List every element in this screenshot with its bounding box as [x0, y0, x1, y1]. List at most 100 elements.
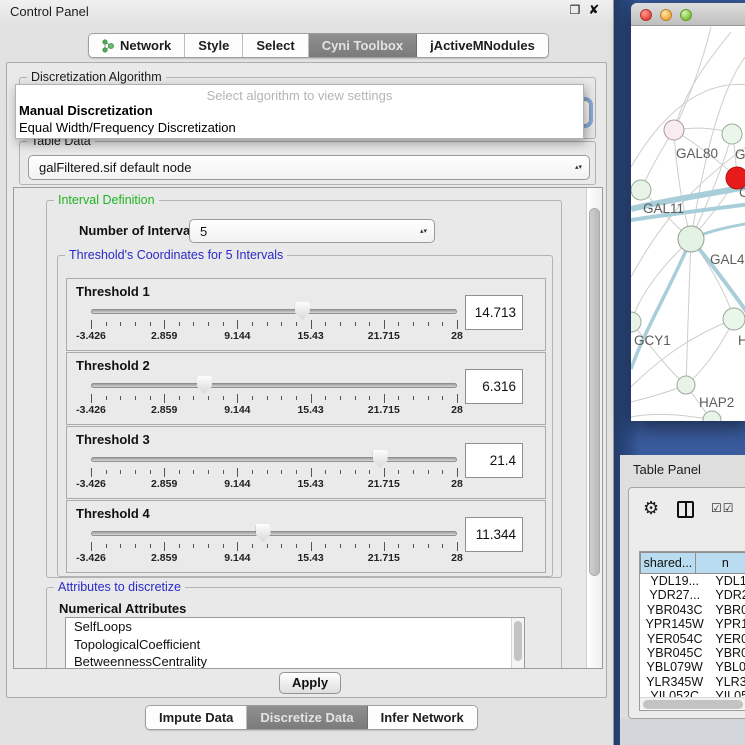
threshold-4-value-field[interactable]: 11.344: [465, 517, 523, 552]
table-header: shared... n: [640, 552, 745, 574]
select-columns-icon[interactable]: ☑☑: [711, 501, 735, 515]
tab-infer-network[interactable]: Infer Network: [368, 706, 477, 729]
network-edges: [631, 27, 745, 420]
cyni-toolbox-panel: Discretization Algorithm ▴▾ Select algor…: [6, 62, 607, 698]
tab-jactivemnodules[interactable]: jActiveMNodules: [417, 34, 548, 57]
slider-scale-label: -3.426: [76, 552, 106, 564]
status-strip: [620, 719, 745, 745]
slider-scale-label: -3.426: [76, 330, 106, 342]
algorithm-dropdown-popup: Select algorithm to view settings Manual…: [15, 84, 584, 139]
settings-scrollbar-thumb[interactable]: [589, 208, 600, 576]
tab-discretize-data[interactable]: Discretize Data: [247, 706, 367, 729]
threshold-1-slider-thumb[interactable]: [295, 302, 310, 320]
minimize-traffic-light-icon[interactable]: [660, 9, 672, 21]
control-panel: Control Panel ❒ ✘ Network Style Select C…: [0, 0, 614, 745]
network-node-label: GAL80: [676, 146, 718, 161]
column-header-shared[interactable]: shared...: [640, 552, 696, 574]
network-canvas[interactable]: GAL80GACGAL11GAL4GCY1HHAP2: [631, 27, 745, 421]
table-horizontal-scrollbar[interactable]: [640, 697, 745, 709]
gear-icon[interactable]: ⚙: [643, 498, 659, 519]
threshold-2-label: Threshold 2: [76, 358, 150, 373]
close-traffic-light-icon[interactable]: [640, 9, 652, 21]
slider-scale-labels: -3.4262.8599.14415.4321.71528: [91, 330, 457, 343]
node-attribute-table: shared... n YDL19...YDL19YDR27...YDR27YB…: [639, 551, 745, 711]
threshold-panel-4: Threshold 4 -3.4262.8599.14415.4321.7152…: [66, 500, 546, 573]
attribute-list-item[interactable]: TopologicalCoefficient: [66, 636, 524, 654]
attributes-group: Attributes to discretize Numerical Attri…: [46, 587, 562, 669]
list-scrollbar[interactable]: [511, 618, 524, 669]
attribute-list-item[interactable]: BetweennessCentrality: [66, 653, 524, 669]
number-of-intervals-combobox[interactable]: 5 ▴▾: [189, 219, 435, 243]
table-panel-title: Table Panel: [633, 462, 701, 477]
table-hscroll-thumb[interactable]: [643, 700, 743, 709]
network-node[interactable]: [678, 226, 704, 252]
table-row[interactable]: YBL079WYBL07: [640, 660, 745, 674]
network-view-window: GAL80GACGAL11GAL4GCY1HHAP2: [631, 3, 745, 421]
column-layout-icon[interactable]: [677, 501, 694, 518]
control-panel-title: Control Panel: [10, 4, 89, 19]
attributes-group-title: Attributes to discretize: [54, 580, 185, 594]
float-window-icon[interactable]: ❒: [567, 2, 583, 18]
threshold-3-slider-thumb[interactable]: [373, 450, 388, 468]
table-row[interactable]: YBR045CYBR04: [640, 646, 745, 660]
tab-style[interactable]: Style: [185, 34, 243, 57]
network-node-label: GCY1: [634, 333, 671, 348]
network-node-label: GA: [735, 147, 745, 162]
table-row[interactable]: YPR145WYPR14: [640, 617, 745, 631]
apply-button[interactable]: Apply: [279, 672, 341, 694]
discretization-algorithm-group-title: Discretization Algorithm: [27, 70, 166, 84]
threshold-1-slider-track[interactable]: [91, 309, 457, 314]
top-tab-bar: Network Style Select Cyni Toolbox jActiv…: [88, 33, 549, 58]
table-row[interactable]: YBR043CYBR04: [640, 603, 745, 617]
tab-network[interactable]: Network: [89, 34, 185, 57]
table-row[interactable]: YER054CYER05: [640, 632, 745, 646]
tab-impute-data[interactable]: Impute Data: [146, 706, 247, 729]
slider-scale-label: 9.144: [224, 330, 250, 342]
network-node-label: HAP2: [699, 395, 734, 410]
network-node[interactable]: [664, 120, 684, 140]
slider-scale-label: 15.43: [297, 330, 323, 342]
threshold-4-slider-thumb[interactable]: [256, 524, 271, 542]
threshold-2-value-field[interactable]: 6.316: [465, 369, 523, 404]
list-scrollbar-thumb[interactable]: [514, 621, 522, 661]
threshold-panel-2: Threshold 2 -3.4262.8599.14415.4321.7152…: [66, 352, 546, 425]
table-row[interactable]: YLR345WYLR34: [640, 675, 745, 689]
table-data-combobox[interactable]: galFiltered.sif default node ▴▾: [28, 155, 590, 180]
control-panel-titlebar: Control Panel ❒ ✘: [0, 0, 613, 22]
dropdown-hint: Select algorithm to view settings: [16, 85, 583, 102]
numerical-attributes-list[interactable]: SelfLoopsTopologicalCoefficientBetweenne…: [65, 617, 525, 669]
network-node[interactable]: [631, 180, 651, 200]
slider-scale-label: 21.715: [368, 552, 400, 564]
close-window-icon[interactable]: ✘: [586, 2, 602, 18]
network-node[interactable]: [723, 308, 745, 330]
table-row[interactable]: YDR27...YDR27: [640, 588, 745, 602]
tab-select[interactable]: Select: [243, 34, 308, 57]
threshold-3-value-field[interactable]: 21.4: [465, 443, 523, 478]
network-node[interactable]: [677, 376, 695, 394]
attribute-list-item[interactable]: SelfLoops: [66, 618, 524, 636]
column-header-name[interactable]: n: [696, 552, 745, 574]
zoom-traffic-light-icon[interactable]: [680, 9, 692, 21]
network-node[interactable]: [722, 124, 742, 144]
interval-definition-title: Interval Definition: [54, 193, 159, 207]
slider-scale-label: 2.859: [151, 404, 177, 416]
threshold-4-slider-track[interactable]: [91, 531, 457, 536]
dropdown-option-manual[interactable]: Manual Discretization: [16, 102, 583, 119]
slider-scale-label: 28: [451, 404, 463, 416]
network-node[interactable]: [631, 312, 641, 332]
combo-stepper-icon: ▴▾: [420, 220, 427, 242]
table-rows: YDL19...YDL19YDR27...YDR27YBR043CYBR04YP…: [640, 574, 745, 698]
table-panel: Table Panel ⚙ ☑☑ shared... n YDL19...YDL…: [620, 455, 745, 719]
slider-scale-label: -3.426: [76, 404, 106, 416]
thresholds-group-title: Threshold's Coordinates for 5 Intervals: [65, 248, 287, 262]
threshold-3-slider-track[interactable]: [91, 457, 457, 462]
slider-scale-label: 9.144: [224, 478, 250, 490]
table-data-group: Table Data galFiltered.sif default node …: [19, 141, 596, 185]
threshold-2-slider-thumb[interactable]: [197, 376, 212, 394]
threshold-2-slider-track[interactable]: [91, 383, 457, 388]
dropdown-option-equal-width[interactable]: Equal Width/Frequency Discretization: [16, 119, 583, 136]
settings-scrollbar[interactable]: [586, 188, 602, 668]
table-row[interactable]: YDL19...YDL19: [640, 574, 745, 588]
threshold-1-value-field[interactable]: 14.713: [465, 295, 523, 330]
tab-cyni-toolbox[interactable]: Cyni Toolbox: [309, 34, 417, 57]
